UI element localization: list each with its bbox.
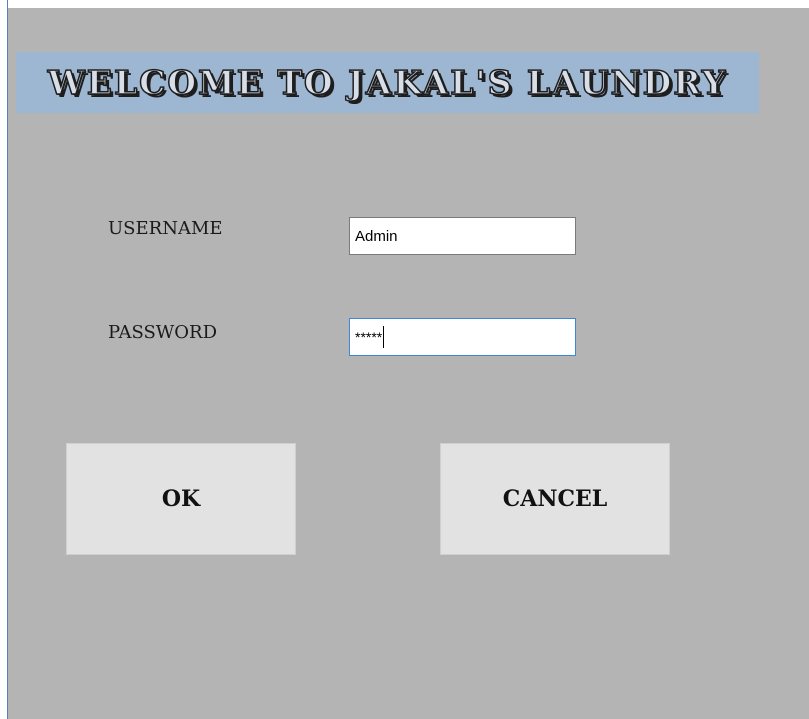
ok-button[interactable]: OK	[66, 443, 296, 555]
text-caret	[383, 326, 385, 348]
window-top-edge	[0, 0, 809, 8]
username-input[interactable]	[349, 217, 576, 255]
form-client-area	[8, 8, 809, 719]
window-left-edge	[0, 0, 8, 719]
password-label: PASSWORD	[108, 322, 218, 343]
cancel-button[interactable]: CANCEL	[440, 443, 670, 555]
username-label: USERNAME	[108, 218, 223, 239]
login-window: WELCOME TO JAKAL'S LAUNDRY USERNAME PASS…	[0, 0, 809, 719]
password-input[interactable]: *****	[349, 318, 576, 356]
welcome-title: WELCOME TO JAKAL'S LAUNDRY	[47, 62, 728, 103]
welcome-banner: WELCOME TO JAKAL'S LAUNDRY	[16, 52, 759, 113]
password-mask: *****	[355, 329, 383, 345]
